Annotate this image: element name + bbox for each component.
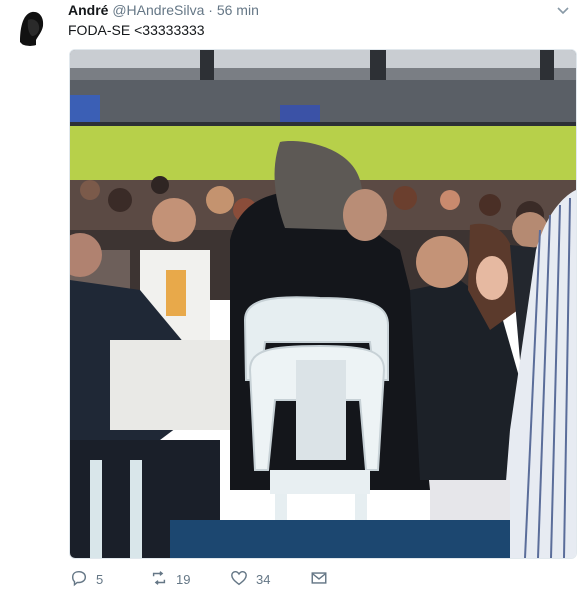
heart-icon — [230, 569, 248, 590]
timestamp[interactable]: 56 min — [217, 2, 259, 18]
tweet-header: André @HAndreSilva · 56 min — [68, 2, 548, 20]
envelope-icon — [310, 569, 328, 590]
retweet-button[interactable]: 19 — [150, 568, 190, 590]
direct-message-button[interactable] — [310, 568, 328, 590]
tweet-actions: 5 19 34 — [66, 568, 366, 590]
tweet-photo[interactable] — [69, 49, 577, 559]
reply-icon — [70, 569, 88, 590]
like-button[interactable]: 34 — [230, 568, 270, 590]
profile-photo — [10, 6, 50, 46]
avatar[interactable] — [10, 6, 50, 46]
author-handle[interactable]: @HAndreSilva — [112, 2, 204, 18]
photo-image — [70, 50, 576, 558]
reply-count: 5 — [96, 571, 104, 587]
retweet-icon — [150, 569, 168, 590]
retweet-count: 19 — [176, 571, 191, 587]
reply-button[interactable]: 5 — [70, 568, 103, 590]
chevron-down-icon[interactable] — [555, 2, 571, 18]
tweet-text: FODA-SE <33333333 — [68, 22, 205, 38]
like-count: 34 — [256, 571, 271, 587]
separator-dot: · — [208, 2, 213, 18]
author-name[interactable]: André — [68, 2, 108, 18]
